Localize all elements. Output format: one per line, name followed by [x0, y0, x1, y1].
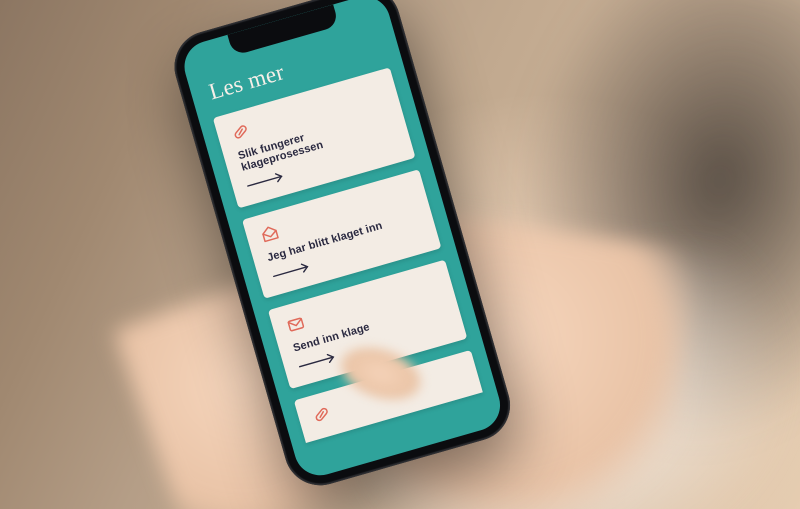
phone: Les mer Slik fungerer klageprosessen	[166, 0, 519, 494]
phone-body: Les mer Slik fungerer klageprosessen	[166, 0, 519, 494]
photo-background: Les mer Slik fungerer klageprosessen	[0, 0, 800, 509]
phone-screen: Les mer Slik fungerer klageprosessen	[178, 0, 506, 481]
app-content: Les mer Slik fungerer klageprosessen	[178, 0, 506, 481]
